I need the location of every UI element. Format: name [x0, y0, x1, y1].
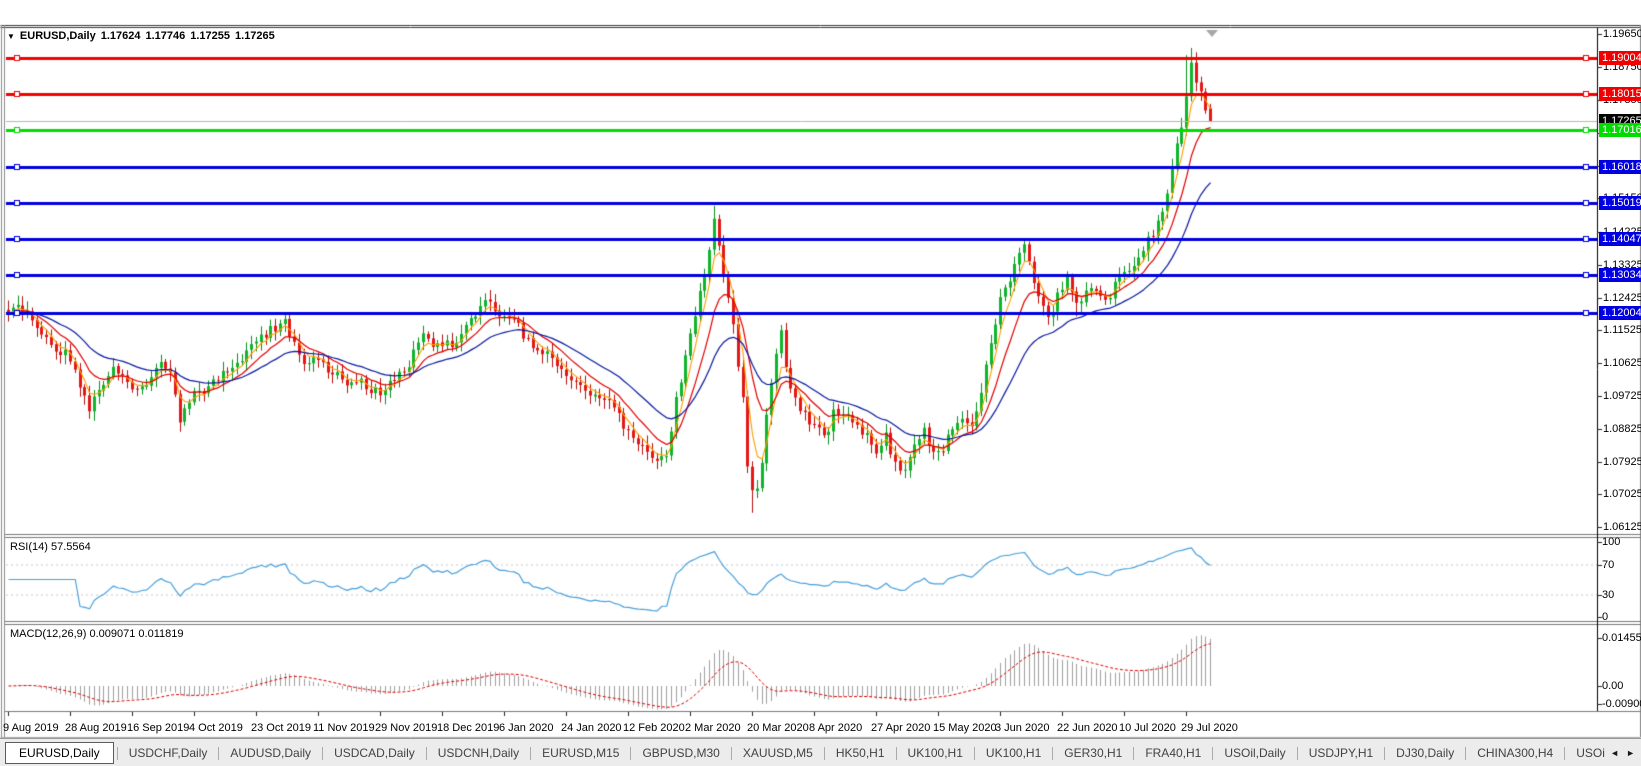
rsi-axis-tick: 100: [1602, 536, 1621, 548]
price-axis-tick: 1.08825: [1603, 423, 1641, 435]
rsi-axis-tick: 70: [1602, 559, 1615, 571]
price-axis-tick: 1.06125: [1603, 521, 1641, 533]
metatrader-window: ▼ M1M5M15M30H1H4D1W1MN ▼EURUSD,Daily1.17…: [0, 0, 1641, 766]
date-axis-label: 11 Nov 2019: [313, 722, 375, 734]
chart-tab-usdjpy-h1[interactable]: USDJPY,H1: [1298, 742, 1384, 764]
tabs-scroll-right-icon[interactable]: ►: [1626, 748, 1635, 758]
date-axis-label: 28 Aug 2019: [65, 722, 127, 734]
price-line-label-1-15019[interactable]: 1.15019: [1599, 196, 1641, 210]
price-axis-tick: 1.07025: [1603, 488, 1641, 500]
date-axis-label: 6 Jan 2020: [499, 722, 554, 734]
chart-tab-usdcnh-daily[interactable]: USDCNH,Daily: [427, 742, 530, 764]
rsi-axis-tick: 0: [1602, 611, 1609, 623]
macd-axis-tick: -0.009001: [1602, 698, 1641, 710]
chart-tab-china300-h4[interactable]: CHINA300,H4: [1466, 742, 1564, 764]
chart-tab-hk50-h1[interactable]: HK50,H1: [825, 742, 896, 764]
date-axis-label: 9 Aug 2019: [3, 722, 59, 734]
chart-tab-eurusd-daily[interactable]: EURUSD,Daily: [5, 742, 114, 764]
price-axis-tick: 1.11525: [1603, 324, 1641, 336]
price-line-label-1-13034[interactable]: 1.13034: [1599, 268, 1641, 282]
date-axis-label: 23 Oct 2019: [251, 722, 311, 734]
price-axis-tick: 1.19650: [1603, 28, 1641, 40]
date-axis-label: 27 Apr 2020: [871, 722, 931, 734]
date-axis-label: 22 Jun 2020: [1057, 722, 1118, 734]
price-axis-tick: 1.09725: [1603, 390, 1641, 402]
date-axis-label: 4 Oct 2019: [189, 722, 243, 734]
tab-scroll-arrows: ◄ ►: [1605, 739, 1641, 766]
chart-tab-ger30-h1[interactable]: GER30,H1: [1053, 742, 1133, 764]
chart-tabs-bar: EURUSD,Daily USDCHF,Daily AUDUSD,Daily USDC…: [0, 738, 1641, 766]
tabs-scroll-left-icon[interactable]: ◄: [1610, 748, 1619, 758]
date-axis-label: 12 Feb 2020: [623, 722, 685, 734]
chart-tab-dj30-daily[interactable]: DJ30,Daily: [1385, 742, 1465, 764]
price-line-label-1-18015[interactable]: 1.18015: [1599, 87, 1641, 101]
chart-tab-audusd-daily[interactable]: AUDUSD,Daily: [219, 742, 322, 764]
collapse-triangle-icon[interactable]: ▼: [7, 32, 15, 41]
date-axis-label: 24 Jan 2020: [561, 722, 622, 734]
chart-low-value: 1.17255: [190, 30, 231, 42]
macd-axis-tick: 0.00: [1602, 680, 1624, 692]
chart-tab-uk100-h1[interactable]: UK100,H1: [975, 742, 1052, 764]
chart-tab-gbpusd-m30[interactable]: GBPUSD,M30: [631, 742, 730, 764]
chart-close-value: 1.17265: [235, 30, 275, 42]
price-line-label-1-17016[interactable]: 1.17016: [1599, 123, 1641, 137]
chart-high-value: 1.17746: [145, 30, 186, 42]
chart-symbol-period: EURUSD,Daily: [19, 30, 96, 42]
chart-tab-eurusd-m15[interactable]: EURUSD,M15: [531, 742, 630, 764]
date-axis-label: 2 Mar 2020: [685, 722, 741, 734]
chart-title: ▼ EURUSD,Daily 1.17624 1.17746 1.17255 1.1726…: [7, 30, 280, 42]
chart-open-value: 1.17624: [100, 30, 141, 42]
chart-tab-xauusd-m5[interactable]: XAUUSD,M5: [732, 742, 824, 764]
macd-axis-tick: 0.014556: [1602, 632, 1641, 644]
date-axis-label: 20 Mar 2020: [747, 722, 809, 734]
date-axis-label: 29 Nov 2019: [375, 722, 438, 734]
date-axis-label: 18 Dec 2019: [437, 722, 500, 734]
chart-tab-uk100-h1[interactable]: UK100,H1: [897, 742, 974, 764]
date-axis-label: 29 Jul 2020: [1181, 722, 1238, 734]
price-line-label-1-14047[interactable]: 1.14047: [1599, 232, 1641, 246]
date-axis-label: 8 Apr 2020: [809, 722, 863, 734]
price-axis-tick: 1.12425: [1603, 292, 1641, 304]
macd-indicator-label: MACD(12,26,9) 0.009071 0.011819: [10, 628, 184, 640]
rsi-axis-tick: 30: [1602, 589, 1615, 601]
date-axis-label: 3 Jun 2020: [995, 722, 1050, 734]
chart-tab-usdcad-daily[interactable]: USDCAD,Daily: [323, 742, 426, 764]
price-line-label-1-19004[interactable]: 1.19004: [1599, 51, 1641, 65]
price-axis-tick: 1.07925: [1603, 456, 1641, 468]
date-axis-label: 16 Sep 2019: [127, 722, 190, 734]
price-line-label-1-16018[interactable]: 1.16018: [1599, 160, 1641, 174]
chart-tabs: EURUSD,Daily USDCHF,Daily AUDUSD,Daily USDC…: [0, 739, 1641, 766]
price-chart-canvas[interactable]: [0, 0, 1641, 766]
chart-tab-usdchf-daily[interactable]: USDCHF,Daily: [118, 742, 219, 764]
date-axis-label: 15 May 2020: [933, 722, 997, 734]
chart-tab-usoil-daily[interactable]: USOil,Daily: [1213, 742, 1296, 764]
price-axis-tick: 1.10625: [1603, 357, 1641, 369]
date-axis-label: 10 Jul 2020: [1119, 722, 1176, 734]
rsi-indicator-label: RSI(14) 57.5564: [10, 541, 91, 553]
chart-tab-fra40-h1[interactable]: FRA40,H1: [1134, 742, 1212, 764]
price-line-label-1-12004[interactable]: 1.12004: [1599, 306, 1641, 320]
